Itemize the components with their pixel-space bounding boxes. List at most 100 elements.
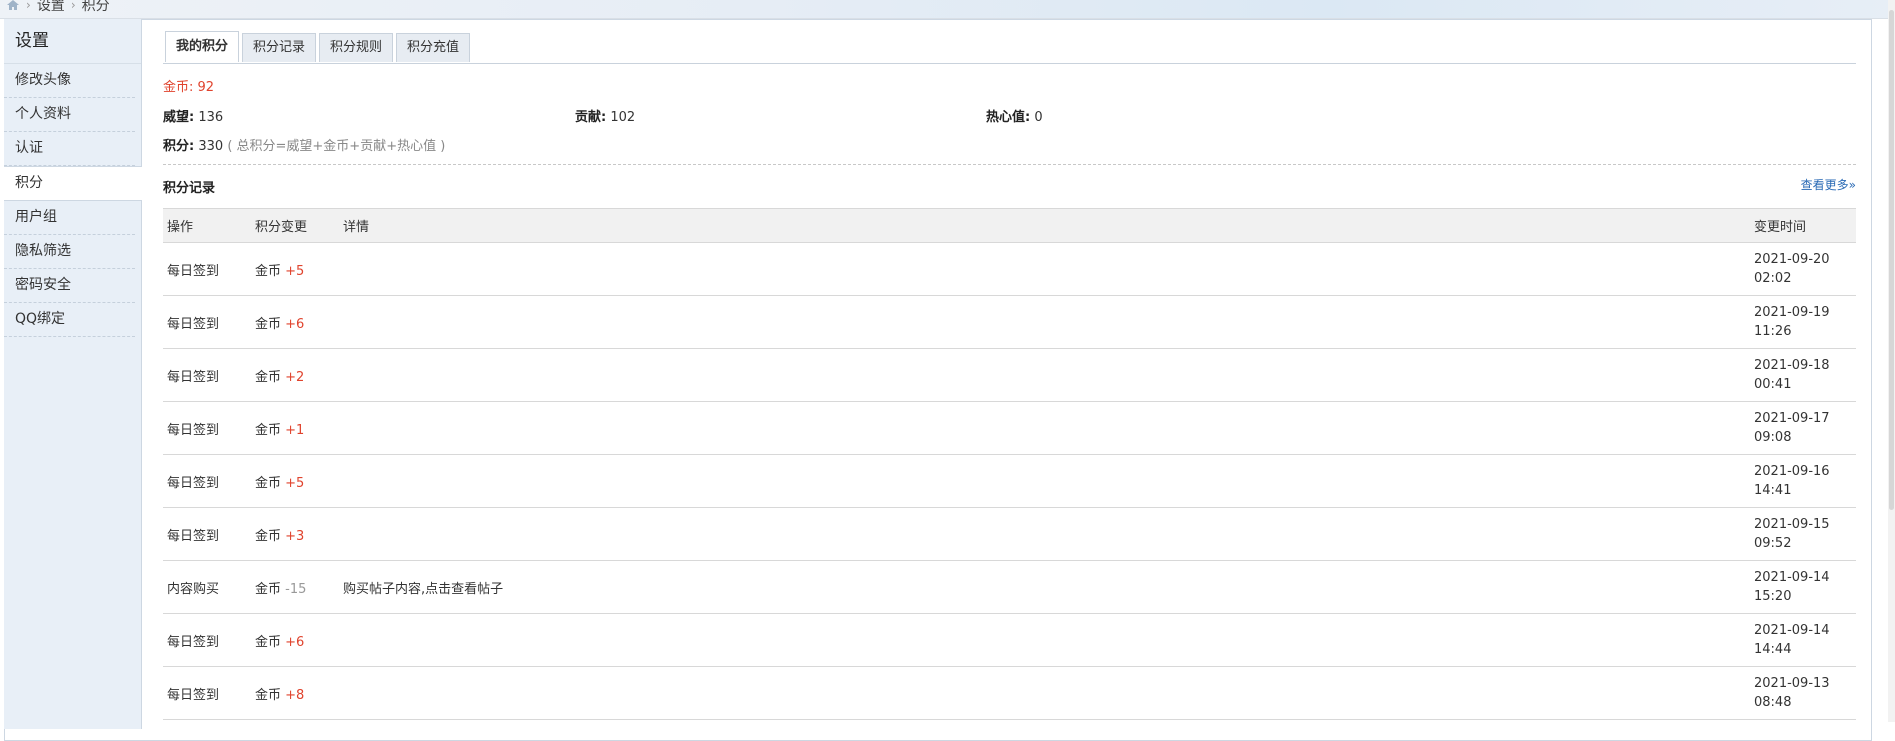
sidebar-title: 设置: [4, 19, 141, 64]
row-change: 金币 +6: [251, 613, 339, 667]
row-currency: 金币: [255, 316, 282, 332]
row-currency: 金币: [255, 263, 282, 279]
table-row: 内容购买 金币 -15 购买帖子内容,点击查看帖子 2021-09-14 15:20: [163, 560, 1856, 614]
row-time: 2021-09-14 14:44: [1750, 613, 1856, 667]
tab-points-rules[interactable]: 积分规则: [319, 33, 394, 62]
row-operation: 每日签到: [163, 454, 251, 508]
sidebar-item-points[interactable]: 积分: [4, 166, 142, 201]
row-time: 2021-09-18 00:41: [1750, 348, 1856, 402]
row-clock: 11:26: [1754, 324, 1792, 339]
row-time: 2021-09-13 08:48: [1750, 666, 1856, 720]
row-currency: 金币: [255, 634, 282, 650]
col-time: 变更时间: [1750, 208, 1856, 243]
section-divider: [163, 164, 1856, 165]
total-summary: 积分: 330 ( 总积分=威望+金币+贡献+热心值 ): [163, 135, 445, 154]
row-detail[interactable]: 购买帖子内容,点击查看帖子: [339, 560, 1750, 614]
total-value: 330: [198, 139, 224, 154]
tab-divider: [163, 63, 1856, 64]
row-change-amount: +8: [285, 687, 305, 703]
col-operation: 操作: [163, 208, 251, 243]
row-date: 2021-09-18: [1754, 358, 1830, 373]
row-clock: 09:08: [1754, 430, 1792, 445]
row-change-amount: +6: [285, 634, 305, 650]
sidebar-item-password[interactable]: 密码安全: [4, 269, 135, 303]
scrollbar-thumb[interactable]: [1889, 10, 1894, 510]
total-formula-note: ( 总积分=威望+金币+贡献+热心值 ): [227, 139, 446, 154]
row-operation: 每日签到: [163, 401, 251, 455]
row-change-amount: -15: [285, 581, 307, 597]
row-time: 2021-09-14 15:20: [1750, 560, 1856, 614]
row-date: 2021-09-14: [1754, 623, 1830, 638]
row-currency: 金币: [255, 475, 282, 491]
records-title: 积分记录: [163, 181, 216, 196]
tab-bar: 我的积分 积分记录 积分规则 积分充值: [165, 31, 471, 63]
row-change-amount: +3: [285, 528, 305, 544]
tab-my-points[interactable]: 我的积分: [165, 31, 240, 62]
row-change-amount: +1: [285, 422, 305, 438]
row-change: 金币 -15: [251, 560, 339, 614]
points-log-table: 操作 积分变更 详情 变更时间 每日签到 金币 +5 2021-09-20 02:02…: [163, 208, 1856, 720]
row-operation: 每日签到: [163, 295, 251, 349]
prestige-summary: 威望: 136: [163, 106, 223, 125]
table-row: 每日签到 金币 +8 2021-09-13 08:48: [163, 666, 1856, 720]
row-time: 2021-09-19 11:26: [1750, 295, 1856, 349]
row-detail: [339, 348, 1750, 402]
breadcrumb-item-settings[interactable]: 设置: [37, 0, 65, 15]
gold-summary: 金币: 92: [163, 76, 214, 95]
row-currency: 金币: [255, 528, 282, 544]
enthusiasm-label: 热心值:: [986, 110, 1031, 125]
row-operation: 每日签到: [163, 666, 251, 720]
contribution-value: 102: [610, 110, 636, 125]
breadcrumb-separator: ›: [70, 0, 76, 12]
row-operation: 每日签到: [163, 613, 251, 667]
sidebar-item-usergroup[interactable]: 用户组: [4, 201, 135, 235]
sidebar-item-profile[interactable]: 个人资料: [4, 98, 135, 132]
row-change-amount: +2: [285, 369, 305, 385]
row-change: 金币 +1: [251, 401, 339, 455]
col-detail: 详情: [339, 208, 1750, 243]
row-detail: [339, 454, 1750, 508]
row-date: 2021-09-13: [1754, 676, 1830, 691]
row-currency: 金币: [255, 581, 282, 597]
breadcrumb: › 设置 › 积分: [6, 0, 110, 15]
breadcrumb-separator: ›: [26, 0, 31, 12]
row-date: 2021-09-17: [1754, 411, 1830, 426]
row-detail: [339, 666, 1750, 720]
row-detail: [339, 613, 1750, 667]
sidebar-item-qq[interactable]: QQ绑定: [4, 303, 135, 337]
table-row: 每日签到 金币 +5 2021-09-20 02:02: [163, 242, 1856, 296]
gold-label: 金币:: [163, 80, 194, 95]
prestige-value: 136: [198, 110, 224, 125]
view-more-link[interactable]: 查看更多»: [1801, 176, 1856, 193]
home-icon[interactable]: [6, 0, 20, 11]
enthusiasm-value: 0: [1034, 110, 1043, 125]
tab-points-log[interactable]: 积分记录: [242, 33, 317, 62]
table-row: 每日签到 金币 +1 2021-09-17 09:08: [163, 401, 1856, 455]
row-currency: 金币: [255, 422, 282, 438]
row-currency: 金币: [255, 687, 282, 703]
prestige-label: 威望:: [163, 110, 195, 125]
row-change: 金币 +5: [251, 454, 339, 508]
sidebar-item-avatar[interactable]: 修改头像: [4, 64, 135, 98]
row-operation: 每日签到: [163, 507, 251, 561]
table-row: 每日签到 金币 +5 2021-09-16 14:41: [163, 454, 1856, 508]
row-date: 2021-09-20: [1754, 252, 1830, 267]
row-date: 2021-09-19: [1754, 305, 1830, 320]
row-time: 2021-09-20 02:02: [1750, 242, 1856, 296]
row-date: 2021-09-14: [1754, 570, 1830, 585]
page-scrollbar[interactable]: [1888, 0, 1895, 722]
table-row: 每日签到 金币 +6 2021-09-19 11:26: [163, 295, 1856, 349]
row-change: 金币 +8: [251, 666, 339, 720]
table-row: 每日签到 金币 +6 2021-09-14 14:44: [163, 613, 1856, 667]
sidebar-item-privacy[interactable]: 隐私筛选: [4, 235, 135, 269]
tab-points-recharge[interactable]: 积分充值: [396, 33, 471, 62]
row-clock: 09:52: [1754, 536, 1792, 551]
sidebar-item-verify[interactable]: 认证: [4, 132, 135, 166]
contribution-summary: 贡献: 102: [575, 106, 635, 125]
row-operation: 内容购买: [163, 560, 251, 614]
row-operation: 每日签到: [163, 242, 251, 296]
contribution-label: 贡献:: [575, 110, 607, 125]
row-clock: 14:44: [1754, 642, 1792, 657]
row-detail: [339, 242, 1750, 296]
table-row: 每日签到 金币 +3 2021-09-15 09:52: [163, 507, 1856, 561]
